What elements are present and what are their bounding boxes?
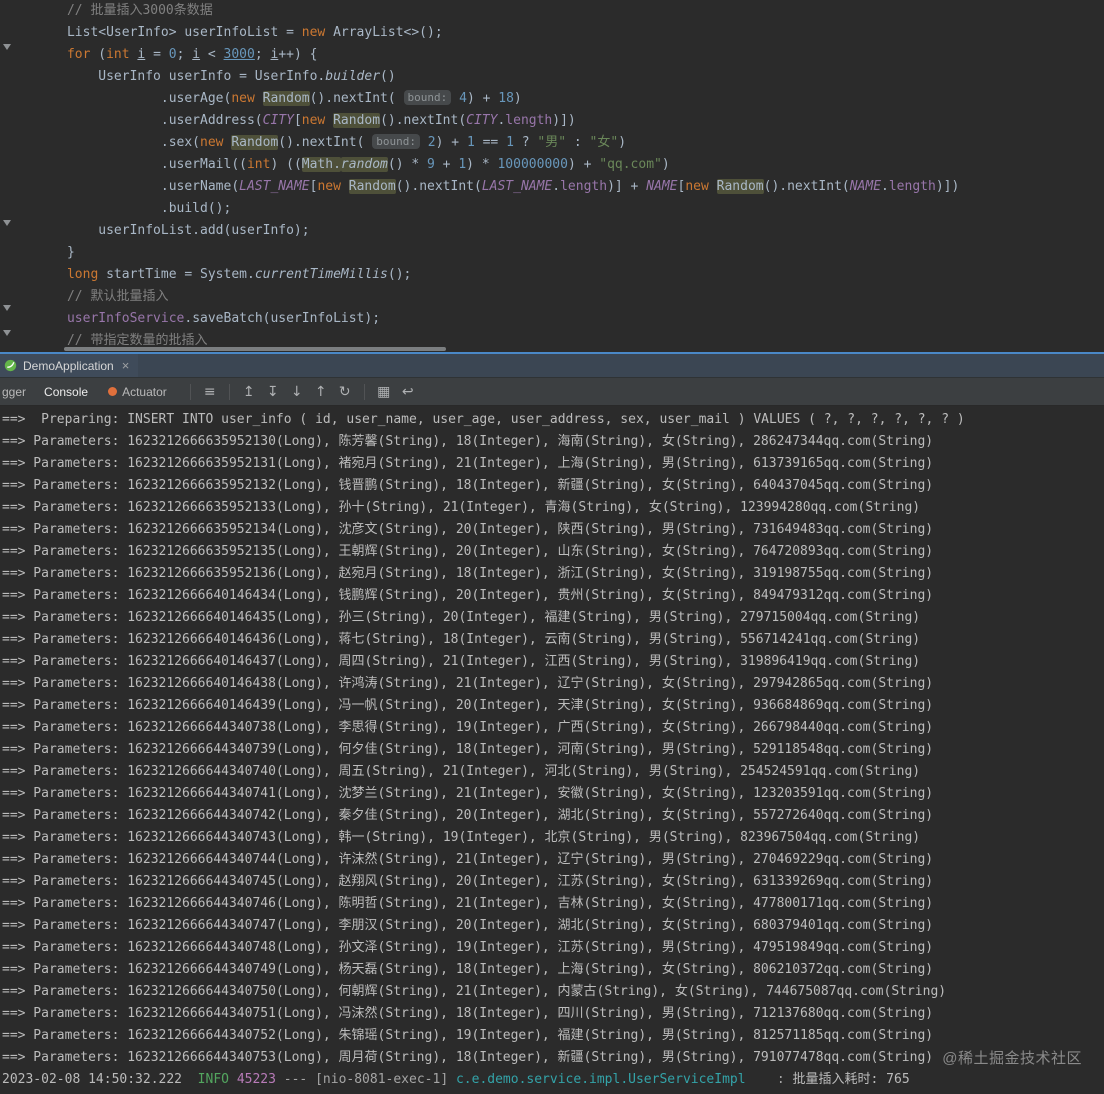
fold-marker-icon[interactable] <box>3 44 11 50</box>
run-tool-window-header: DemoApplication × <box>0 352 1104 378</box>
scroll-to-bottom-icon[interactable]: ↧ <box>261 384 285 400</box>
code-line: .userMail((int) ((Math.random() * 9 + 1)… <box>20 157 670 172</box>
console-line: ==> Parameters: 1623212666644340747(Long… <box>2 918 934 933</box>
console-line: ==> Parameters: 1623212666640146436(Long… <box>2 632 921 647</box>
code-lines: // 批量插入3000条数据 List<UserInfo> userInfoLi… <box>0 0 1104 352</box>
console-toolbar-icons: ≡ ↥ ↧ ↓ ↑ ↻ ▦ ↩ <box>183 383 420 400</box>
log-line: 2023-02-08 14:50:32.222 INFO 45223 --- [… <box>2 1072 910 1087</box>
run-tab-label: DemoApplication <box>23 358 114 373</box>
console-line: ==> Preparing: INSERT INTO user_info ( i… <box>2 412 965 427</box>
menu-icon[interactable]: ≡ <box>198 384 222 400</box>
console-line: ==> Parameters: 1623212666644340750(Long… <box>2 984 947 999</box>
grid-icon[interactable]: ▦ <box>372 384 396 400</box>
ide-window: // 批量插入3000条数据 List<UserInfo> userInfoLi… <box>0 0 1104 1094</box>
console-lines: ==> Preparing: INSERT INTO user_info ( i… <box>0 409 1104 1069</box>
tab-debugger[interactable]: gger <box>0 385 34 399</box>
code-line: .userAddress(CITY[new Random().nextInt(C… <box>20 113 576 128</box>
toolbar-separator <box>228 383 230 400</box>
code-line: // 默认批量插入 <box>20 289 169 304</box>
code-editor[interactable]: // 批量插入3000条数据 List<UserInfo> userInfoLi… <box>0 0 1104 352</box>
code-line: .build(); <box>20 201 232 216</box>
console-toolbar: gger Console Actuator ≡ ↥ ↧ ↓ ↑ ↻ ▦ ↩ <box>0 378 1104 406</box>
fold-marker-icon[interactable] <box>3 305 11 311</box>
console-line: ==> Parameters: 1623212666640146437(Long… <box>2 654 921 669</box>
console-line: ==> Parameters: 1623212666644340738(Long… <box>2 720 934 735</box>
code-line: userInfoService.saveBatch(userInfoList); <box>20 311 381 326</box>
console-line: ==> Parameters: 1623212666640146434(Long… <box>2 588 934 603</box>
tab-actuator-label: Actuator <box>122 384 167 399</box>
console-line: ==> Parameters: 1623212666644340742(Long… <box>2 808 934 823</box>
code-line: .userAge(new Random().nextInt( bound: 4)… <box>20 90 522 106</box>
actuator-icon <box>108 387 118 396</box>
console-line: ==> Parameters: 1623212666644340745(Long… <box>2 874 934 889</box>
console-line: ==> Parameters: 1623212666635952132(Long… <box>2 478 934 493</box>
code-line: for (int i = 0; i < 3000; i++) { <box>20 47 318 62</box>
console-line: ==> Parameters: 1623212666644340743(Long… <box>2 830 921 845</box>
console-line: ==> Parameters: 1623212666635952133(Long… <box>2 500 921 515</box>
tab-console[interactable]: Console <box>34 385 98 399</box>
console-line: ==> Parameters: 1623212666644340749(Long… <box>2 962 934 977</box>
tab-actuator[interactable]: Actuator <box>98 385 177 399</box>
console-output[interactable]: ==> Preparing: INSERT INTO user_info ( i… <box>0 406 1104 1094</box>
console-line: ==> Parameters: 1623212666644340744(Long… <box>2 852 934 867</box>
spring-boot-run-icon <box>4 359 17 372</box>
watermark: @稀土掘金技术社区 <box>942 1050 1082 1067</box>
code-line: // 批量插入3000条数据 <box>20 3 213 18</box>
console-line: ==> Parameters: 1623212666644340741(Long… <box>2 786 934 801</box>
code-line: userInfoList.add(userInfo); <box>20 223 310 238</box>
editor-gutter <box>0 0 16 352</box>
horizontal-scrollbar-thumb[interactable] <box>64 347 446 351</box>
console-line: ==> Parameters: 1623212666635952134(Long… <box>2 522 934 537</box>
toolbar-separator <box>189 383 191 400</box>
toolbar-separator <box>363 383 365 400</box>
code-line: } <box>20 245 75 260</box>
code-line: .userName(LAST_NAME[new Random().nextInt… <box>20 179 960 194</box>
console-line: ==> Parameters: 1623212666644340752(Long… <box>2 1028 934 1043</box>
close-icon[interactable]: × <box>122 358 130 373</box>
fold-marker-icon[interactable] <box>3 220 11 226</box>
console-line: ==> Parameters: 1623212666644340753(Long… <box>2 1050 934 1065</box>
console-line: ==> Parameters: 1623212666635952136(Long… <box>2 566 934 581</box>
console-line: ==> Parameters: 1623212666640146438(Long… <box>2 676 934 691</box>
console-line: ==> Parameters: 1623212666644340748(Long… <box>2 940 934 955</box>
console-line: ==> Parameters: 1623212666635952131(Long… <box>2 456 934 471</box>
console-line: ==> Parameters: 1623212666644340740(Long… <box>2 764 921 779</box>
run-tab-demoapplication[interactable]: DemoApplication × <box>0 354 139 377</box>
code-line: long startTime = System.currentTimeMilli… <box>20 267 412 282</box>
code-line: List<UserInfo> userInfoList = new ArrayL… <box>20 25 443 40</box>
console-line: ==> Parameters: 1623212666644340746(Long… <box>2 896 934 911</box>
move-up-icon[interactable]: ↑ <box>309 384 333 400</box>
soft-wrap-icon[interactable]: ↩ <box>396 384 420 400</box>
code-line: UserInfo userInfo = UserInfo.builder() <box>20 69 396 84</box>
console-line: ==> Parameters: 1623212666635952135(Long… <box>2 544 934 559</box>
scroll-to-top-icon[interactable]: ↥ <box>237 384 261 400</box>
move-down-icon[interactable]: ↓ <box>285 384 309 400</box>
rerun-icon[interactable]: ↻ <box>333 384 357 400</box>
code-line: .sex(new Random().nextInt( bound: 2) + 1… <box>20 134 627 150</box>
console-line: ==> Parameters: 1623212666635952130(Long… <box>2 434 934 449</box>
fold-marker-icon[interactable] <box>3 330 11 336</box>
console-line: ==> Parameters: 1623212666640146435(Long… <box>2 610 921 625</box>
console-line: ==> Parameters: 1623212666644340739(Long… <box>2 742 934 757</box>
console-line: ==> Parameters: 1623212666640146439(Long… <box>2 698 934 713</box>
console-line: ==> Parameters: 1623212666644340751(Long… <box>2 1006 934 1021</box>
